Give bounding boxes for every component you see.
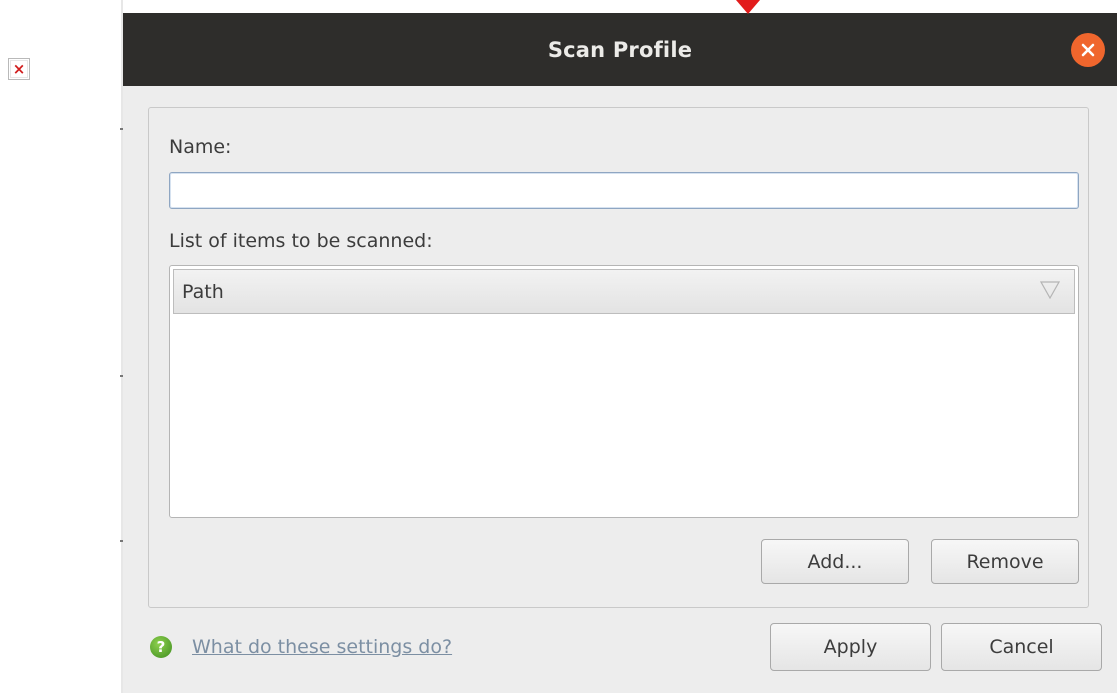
pointer-arrow-icon [736,0,760,14]
sort-descending-icon [1040,281,1060,299]
list-label: List of items to be scanned: [169,230,433,252]
help-link[interactable]: What do these settings do? [192,636,452,658]
help-icon: ? [150,636,172,658]
broken-image-icon: × [8,58,30,80]
add-button[interactable]: Add... [761,539,909,584]
close-icon [1081,43,1095,57]
name-label: Name: [169,136,232,158]
column-header-path[interactable]: Path [173,269,1075,314]
apply-button[interactable]: Apply [770,623,931,671]
help-link-row: ? What do these settings do? [150,636,452,658]
name-input[interactable] [169,172,1079,209]
scan-profile-dialog: Scan Profile Name: List of items to be s… [123,13,1117,693]
settings-frame: Name: List of items to be scanned: Path … [148,107,1089,608]
dialog-titlebar: Scan Profile [123,13,1117,86]
dialog-title: Scan Profile [547,37,693,62]
close-button[interactable] [1071,33,1105,67]
scan-items-list[interactable]: Path [169,265,1079,518]
cancel-button[interactable]: Cancel [941,623,1102,671]
remove-button[interactable]: Remove [931,539,1079,584]
column-header-label: Path [182,280,224,303]
